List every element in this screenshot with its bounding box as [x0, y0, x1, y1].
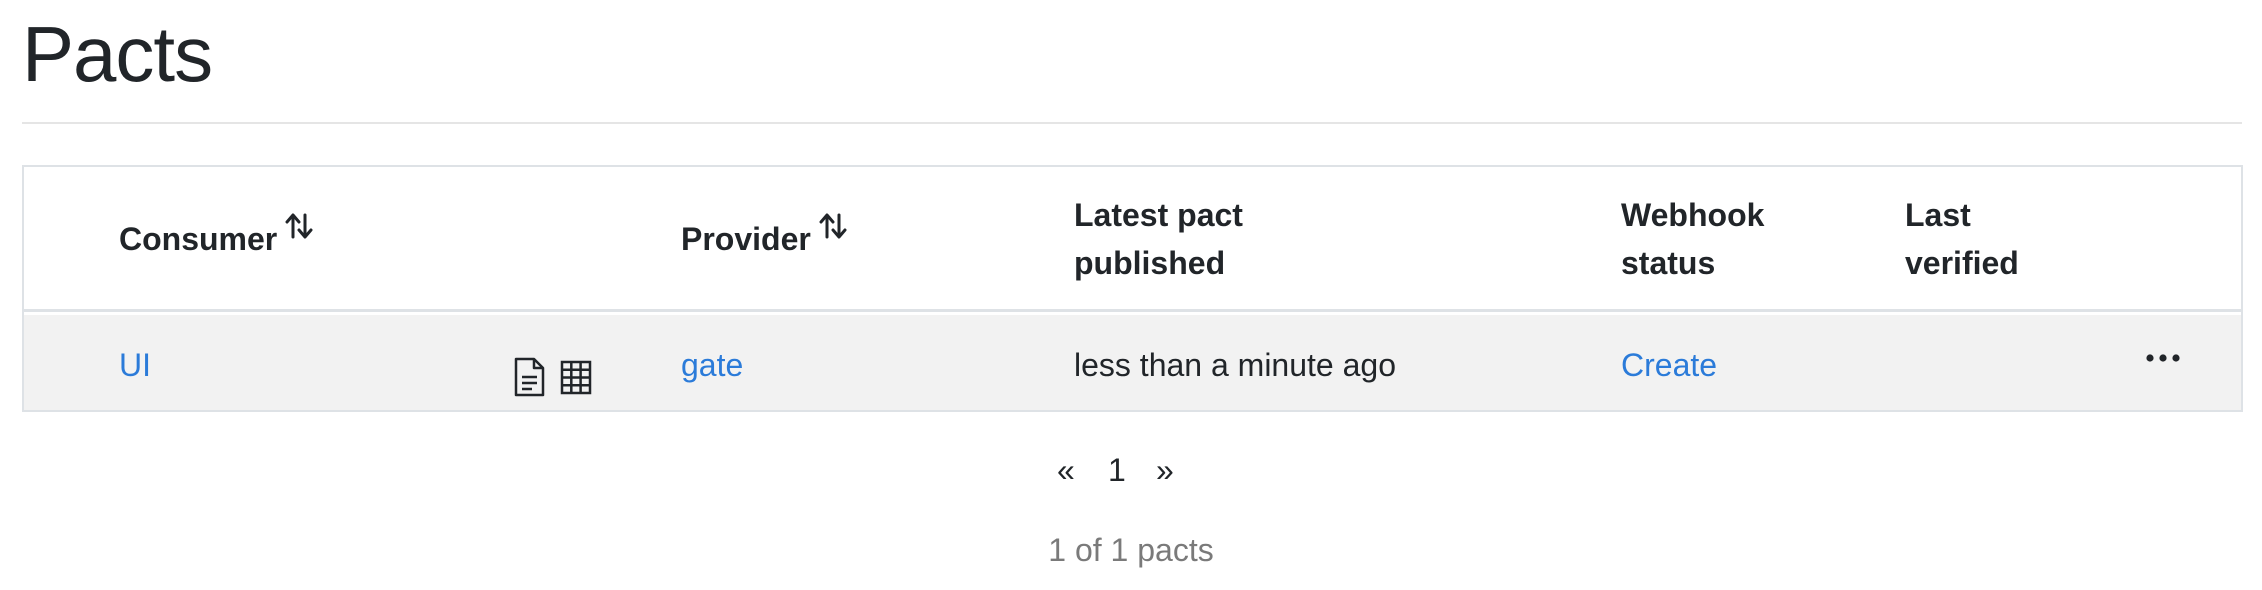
page-title: Pacts	[22, 10, 213, 98]
header-verified-line1: Last	[1905, 197, 1971, 233]
header-webhook-line2: status	[1621, 245, 1716, 281]
header-provider[interactable]: Provider	[681, 213, 847, 263]
header-webhook-line1: Webhook	[1621, 197, 1765, 233]
sort-icon[interactable]	[285, 211, 313, 241]
table-row: UI gate less than a minute ago Create	[24, 315, 2241, 410]
header-webhook-status: Webhook status	[1621, 191, 1764, 287]
matrix-icon[interactable]	[559, 357, 593, 397]
latest-pact-published: less than a minute ago	[1074, 347, 1396, 383]
pagination-next[interactable]: »	[1156, 450, 1174, 490]
header-consumer[interactable]: Consumer	[119, 213, 313, 263]
pagination-page-1[interactable]: 1	[1108, 450, 1126, 490]
pacts-table: Consumer Provider Latest pact published …	[22, 165, 2243, 412]
provider-link[interactable]: gate	[681, 345, 743, 385]
header-last-verified: Last verified	[1905, 191, 2019, 287]
header-consumer-label: Consumer	[119, 221, 278, 257]
pacts-count-summary: 1 of 1 pacts	[1048, 532, 1214, 568]
header-latest-pact-line2: published	[1074, 245, 1226, 281]
pagination-prev[interactable]: «	[1057, 450, 1075, 490]
header-latest-pact-line1: Latest pact	[1074, 197, 1243, 233]
header-verified-line2: verified	[1905, 245, 2019, 281]
title-divider	[22, 122, 2242, 124]
header-latest-pact: Latest pact published	[1074, 191, 1243, 287]
sort-icon[interactable]	[819, 211, 847, 241]
consumer-link[interactable]: UI	[119, 345, 151, 385]
webhook-create-link[interactable]: Create	[1621, 345, 1717, 385]
document-icon[interactable]	[512, 357, 546, 397]
more-options-icon[interactable]	[2145, 353, 2181, 363]
pagination: « 1 »	[1055, 450, 1185, 490]
header-provider-label: Provider	[681, 221, 811, 257]
table-header: Consumer Provider Latest pact published …	[24, 167, 2241, 312]
pacts-page: Pacts Consumer Provider Latest pact publ…	[0, 0, 2262, 590]
